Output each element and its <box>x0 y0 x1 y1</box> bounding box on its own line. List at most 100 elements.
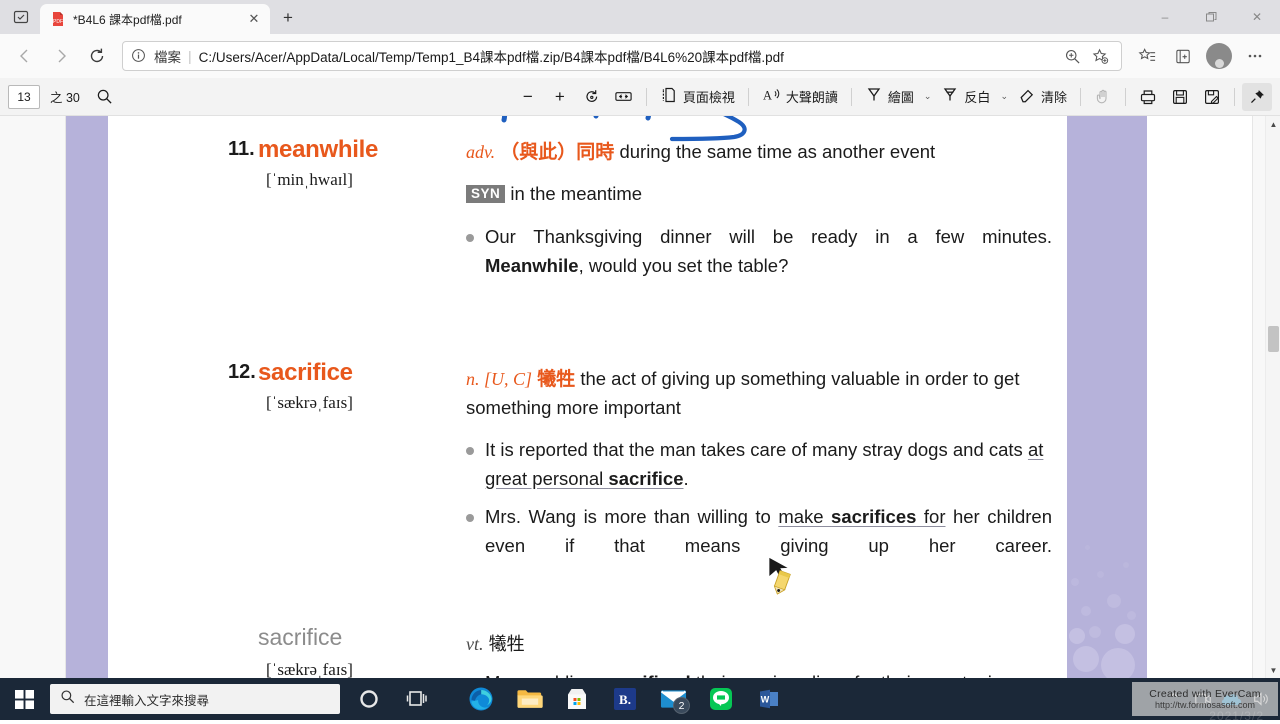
read-aloud-button[interactable]: A 大聲朗讀 <box>756 83 844 111</box>
vertical-scrollbar[interactable]: ▲ ▼ <box>1265 116 1280 678</box>
example-sentence: Our Thanksgiving dinner will be ready in… <box>466 223 1052 280</box>
pdf-file-icon: PDF <box>50 11 66 27</box>
example-text: Mrs. Wang is more than willing to make s… <box>485 503 1052 560</box>
entry-number: 12. <box>228 361 256 384</box>
address-bar[interactable]: 檔案 | C:/Users/Acer/AppData/Local/Temp/Te… <box>122 41 1122 71</box>
page-count-label: 之 30 <box>50 87 80 106</box>
search-icon <box>60 689 75 709</box>
page-view-label: 頁面檢視 <box>683 87 735 106</box>
windows-start-icon[interactable] <box>0 678 48 720</box>
taskbar-app-edge[interactable] <box>458 678 504 720</box>
browser-window: PDF *B4L6 課本pdf檔.pdf ✕ + – ✕ <box>0 0 1280 678</box>
fit-to-width-icon[interactable] <box>609 83 639 111</box>
taskbar-search-input[interactable]: 在這裡輸入文字來搜尋 <box>50 684 340 714</box>
page-number-input[interactable]: 13 <box>8 85 40 109</box>
page-right-decoration <box>1067 116 1147 678</box>
search-icon[interactable] <box>90 83 120 111</box>
taskbar-app-bluetooth[interactable]: B. <box>602 678 648 720</box>
task-view-icon[interactable] <box>394 678 440 720</box>
favorites-list-icon[interactable] <box>1130 39 1164 73</box>
system-tray: ⌃ Created with EverCam http://tw.formosa… <box>1161 678 1280 720</box>
bubble-decoration <box>1067 508 1147 678</box>
example-sentence: Mrs. Wang is more than willing to make s… <box>466 503 1052 560</box>
watermark-date: 2021/3/2 <box>1209 710 1264 724</box>
page-view-button[interactable]: 頁面檢視 <box>654 83 741 111</box>
entry-word: meanwhile <box>258 136 378 164</box>
evercam-watermark: Created with EverCam http://tw.formosaso… <box>1132 682 1278 716</box>
close-button[interactable]: ✕ <box>1234 0 1280 34</box>
minimize-button[interactable]: – <box>1142 0 1188 34</box>
highlighter-icon <box>941 86 959 107</box>
draw-options-chevron-down-icon[interactable]: ⌄ <box>922 91 934 102</box>
synonym-line: SYN in the meantime <box>466 183 1052 205</box>
example-text: Many soldiers sacrificed their precious … <box>485 669 1052 678</box>
url-text[interactable]: C:/Users/Acer/AppData/Local/Temp/Temp1_B… <box>199 46 1052 66</box>
bullet-icon <box>466 447 474 455</box>
svg-text:B.: B. <box>619 692 631 707</box>
new-tab-button[interactable]: + <box>274 4 302 32</box>
mail-badge: 2 <box>673 697 690 714</box>
scrollbar-thumb[interactable] <box>1268 326 1279 352</box>
example-text: It is reported that the man takes care o… <box>485 436 1052 493</box>
info-circle-icon[interactable] <box>131 48 147 64</box>
profile-avatar-icon[interactable] <box>1202 39 1236 73</box>
taskbar-app-mail[interactable]: 2 <box>650 678 696 720</box>
read-aloud-icon: A <box>762 86 781 107</box>
taskbar-app-word[interactable]: W <box>746 678 792 720</box>
tab-strip: PDF *B4L6 課本pdf檔.pdf ✕ + – ✕ <box>0 0 1280 34</box>
svg-text:A: A <box>763 89 772 103</box>
eraser-icon <box>1018 86 1036 107</box>
draw-label: 繪圖 <box>888 87 914 106</box>
taskbar-app-file-explorer[interactable] <box>506 678 552 720</box>
pen-icon <box>865 86 883 107</box>
scroll-down-arrow-icon[interactable]: ▼ <box>1266 662 1280 678</box>
page-content: 11. meanwhile [ˈminˌhwaɪl] adv. （與此）同時 d… <box>186 116 1052 678</box>
highlight-button[interactable]: 反白 <box>935 83 996 111</box>
taskbar-apps: B. 2 W <box>340 678 1161 720</box>
chinese-gloss: 犧牲 <box>489 634 525 655</box>
highlight-options-chevron-down-icon[interactable]: ⌄ <box>998 91 1010 102</box>
entry-word: sacrifice <box>258 359 353 387</box>
entry-definition-column: vt. 犧牲 Many soldiers sacrificed their pr… <box>466 626 1052 678</box>
browser-tab[interactable]: PDF *B4L6 課本pdf檔.pdf ✕ <box>40 4 270 34</box>
part-of-speech: adv. <box>466 142 495 162</box>
print-icon[interactable] <box>1133 83 1163 111</box>
zoom-out-button[interactable]: − <box>513 83 543 111</box>
keyword-bold: sacrifice <box>608 468 683 489</box>
add-to-collections-icon[interactable] <box>1166 39 1200 73</box>
definition-line: adv. （與此）同時 during the same time as anot… <box>466 140 1052 164</box>
underlined-phrase: make sacrifices for <box>778 506 945 527</box>
save-icon[interactable] <box>1165 83 1195 111</box>
back-button[interactable] <box>8 39 42 73</box>
example-pre: Mrs. Wang is more than willing to <box>485 506 778 527</box>
zoom-in-icon[interactable] <box>1059 43 1085 69</box>
example-line-2: Meanwhile, would you set the table? <box>485 252 1052 281</box>
hand-tool-icon[interactable] <box>1088 83 1118 111</box>
example-line-2-rest: , would you set the table? <box>579 255 789 276</box>
pdf-viewer[interactable]: 11. meanwhile [ˈminˌhwaɪl] adv. （與此）同時 d… <box>0 116 1280 678</box>
scroll-up-arrow-icon[interactable]: ▲ <box>1266 116 1280 132</box>
save-as-icon[interactable] <box>1197 83 1227 111</box>
entry-definition-column: adv. （與此）同時 during the same time as anot… <box>466 138 1052 281</box>
zoom-in-button[interactable]: + <box>545 83 575 111</box>
pin-icon[interactable] <box>1242 83 1272 111</box>
taskbar-app-microsoft-store[interactable] <box>554 678 600 720</box>
entry-word: sacrifice <box>258 624 342 651</box>
erase-button[interactable]: 清除 <box>1012 83 1073 111</box>
entry-phonetic: [ˈminˌhwaɪl] <box>266 170 353 190</box>
draw-button[interactable]: 繪圖 <box>859 83 920 111</box>
bullet-icon <box>466 514 474 522</box>
example-sentence: Many soldiers sacrificed their precious … <box>466 669 1052 678</box>
english-definition: during the same time as another event <box>619 141 935 162</box>
maximize-button[interactable] <box>1188 0 1234 34</box>
forward-button[interactable] <box>44 39 78 73</box>
tab-actions-icon[interactable] <box>4 2 38 32</box>
erase-label: 清除 <box>1041 87 1067 106</box>
cortana-icon[interactable] <box>346 678 392 720</box>
rotate-icon[interactable] <box>577 83 607 111</box>
close-icon[interactable]: ✕ <box>245 10 263 28</box>
taskbar-app-line[interactable] <box>698 678 744 720</box>
reload-button[interactable] <box>80 39 114 73</box>
more-options-icon[interactable] <box>1238 39 1272 73</box>
add-favorite-star-icon[interactable] <box>1087 43 1113 69</box>
